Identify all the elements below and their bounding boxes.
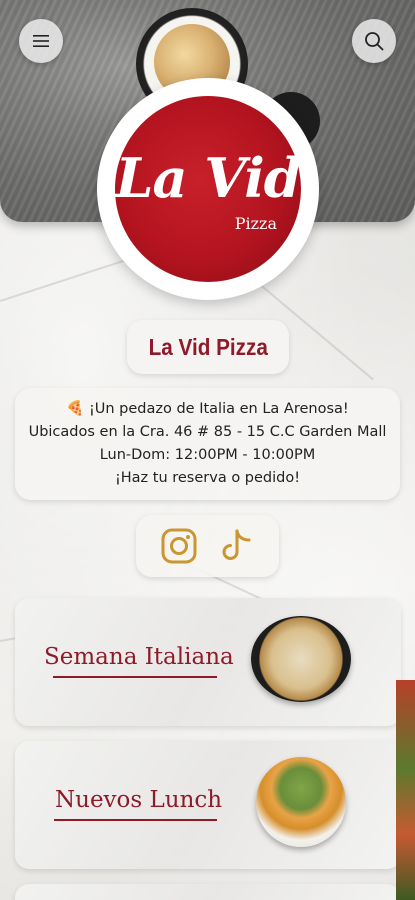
promo-card-partial[interactable] [15,884,401,900]
tiktok-link[interactable] [217,527,255,565]
logo-text: La Vid [115,146,302,210]
social-links-card [136,515,279,577]
promo-underline [53,676,217,678]
promo-label: Nuevos Lunch [55,787,223,813]
promo-dish-photo [256,757,346,847]
description-card: 🍕 ¡Un pedazo de Italia en La Arenosa! Ub… [15,388,400,500]
tiktok-icon [222,529,251,560]
promo-label: Semana Italiana [44,644,234,670]
promo-dish-photo [251,616,351,702]
search-button[interactable] [352,19,396,63]
promo-underline [54,819,217,821]
restaurant-logo: La Vid Pizza [97,78,319,300]
restaurant-name-card: La Vid Pizza [127,320,289,374]
description-line: ¡Haz tu reserva o pedido! [114,470,301,486]
logo-red-blot: La Vid Pizza [115,96,301,282]
search-icon [365,32,384,51]
hamburger-menu-icon [33,35,49,47]
promo-card-nuevos-lunch[interactable]: Nuevos Lunch [15,741,401,869]
description-line: 🍕 ¡Un pedazo de Italia en La Arenosa! [66,401,349,417]
description-line: Lun-Dom: 12:00PM - 10:00PM [99,447,316,463]
instagram-link[interactable] [160,527,198,565]
restaurant-name: La Vid Pizza [148,333,268,360]
menu-button[interactable] [19,19,63,63]
description-line: Ubicados en la Cra. 46 # 85 - 15 C.C Gar… [28,424,387,440]
logo-subtext: Pizza [234,214,277,233]
instagram-icon [161,528,197,564]
side-food-photo [396,680,415,900]
promo-card-semana-italiana[interactable]: Semana Italiana [15,598,401,726]
